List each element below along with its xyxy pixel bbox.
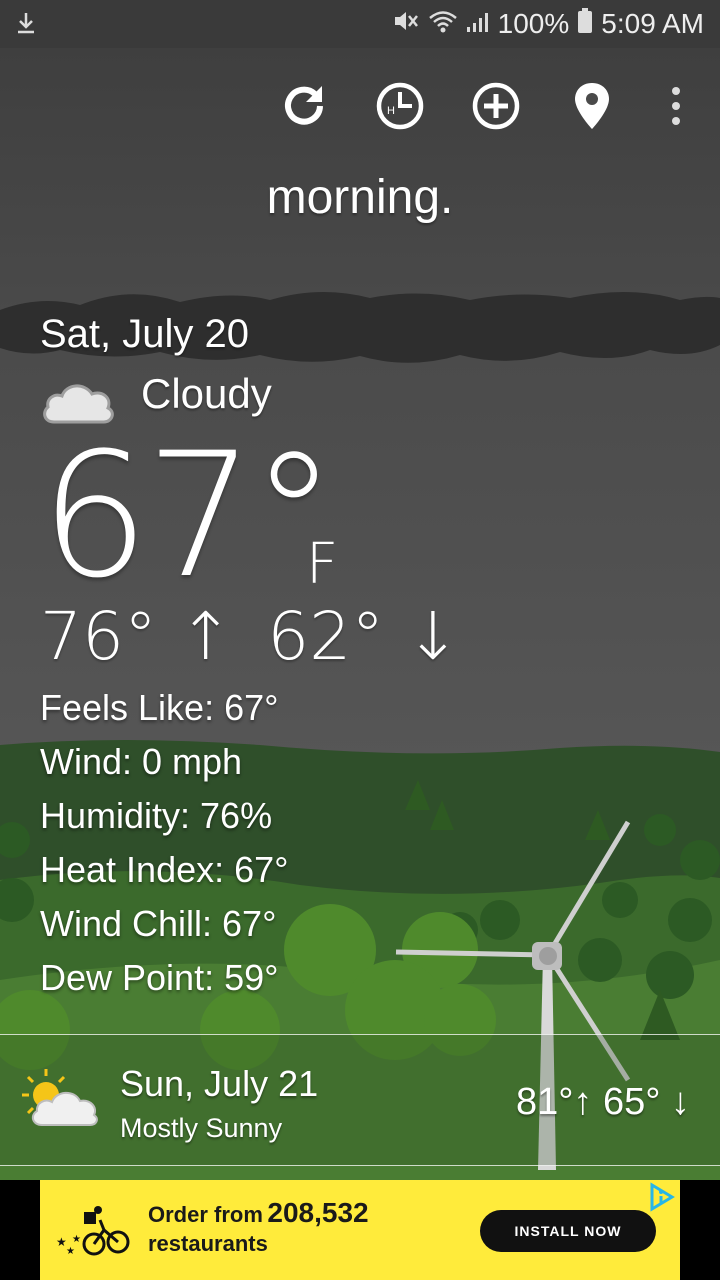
feels-like: Feels Like: 67° [40,687,279,728]
ad-banner[interactable]: ★ ★ ★ Order from 208,532 restaurants INS… [40,1180,680,1280]
install-now-button[interactable]: INSTALL NOW [480,1210,656,1252]
mute-vibrate-icon [392,8,420,41]
arrow-down-icon: ↓ [384,598,461,675]
ad-choices-icon[interactable] [646,1182,676,1217]
svg-text:H: H [387,105,395,117]
more-vert-icon[interactable] [648,78,704,134]
arrow-down-icon: ↓ [660,1081,690,1123]
arrow-up-icon: ↑ [573,1081,603,1123]
weather-details: Feels Like: 67° Wind: 0 mph Humidity: 76… [40,686,289,1010]
forecast-condition: Mostly Sunny [120,1113,283,1143]
wind-chill: Wind Chill: 67° [40,903,277,944]
refresh-icon[interactable] [276,78,332,134]
high-low-temps: 76° ↑ 62° ↓ [40,598,461,675]
heat-index: Heat Index: 67° [40,849,289,890]
battery-icon [577,7,593,41]
clock-time: 5:09 AM [601,8,704,39]
ad-line1: Order from [148,1202,263,1227]
forecast-low: 65° [602,1081,661,1123]
signal-icon [466,8,490,40]
svg-text:★: ★ [72,1234,81,1245]
current-date: Sat, July 20 [40,312,250,356]
forecast-high: 81° [515,1081,574,1123]
current-temperature: 67° [40,415,337,616]
low-temp: 62° [267,598,385,675]
current-condition: Cloudy [141,370,272,417]
ad-headline: Order from 208,532 restaurants [148,1197,369,1257]
add-location-icon[interactable] [468,78,524,134]
high-temp: 76° [40,598,157,675]
status-bar: 100% 5:09 AM [0,0,720,48]
location-pin-icon[interactable] [564,78,620,134]
courier-bike-icon: ★ ★ ★ [54,1202,134,1263]
partly-sunny-icon [20,1067,100,1134]
forecast-high-low: 81°↑ 65° ↓ [516,1081,690,1124]
arrow-up-icon: ↑ [156,598,234,675]
svg-text:★: ★ [66,1246,75,1257]
ad-line2: restaurants [148,1231,268,1256]
temperature-unit: F [306,532,339,597]
ad-container: ★ ★ ★ Order from 208,532 restaurants INS… [0,1180,720,1280]
hourly-clock-icon[interactable]: H [372,78,428,134]
wind: Wind: 0 mph [40,741,243,782]
dew-point: Dew Point: 59° [40,957,279,998]
forecast-row[interactable]: Sun, July 21 Mostly Sunny 81°↑ 65° ↓ [0,1034,720,1166]
humidity: Humidity: 76% [40,795,273,836]
ad-number: 208,532 [267,1197,369,1228]
greeting-text: morning. [266,171,454,224]
forecast-date: Sun, July 21 [120,1063,319,1104]
wifi-icon [428,8,458,40]
download-icon [16,12,36,39]
toolbar: H [270,78,700,134]
battery-percent: 100% [497,8,570,39]
